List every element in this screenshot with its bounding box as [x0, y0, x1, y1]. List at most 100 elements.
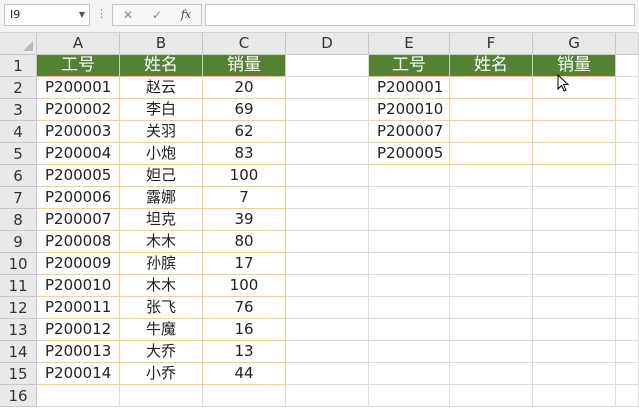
cell-b3[interactable]: 李白 — [120, 99, 203, 121]
column-header-f[interactable]: F — [450, 33, 533, 55]
cell-f8[interactable] — [450, 209, 533, 231]
cell-h9[interactable] — [616, 231, 639, 253]
cell-g12[interactable] — [533, 297, 616, 319]
cell-b2[interactable]: 赵云 — [120, 77, 203, 99]
column-header-g[interactable]: G — [533, 33, 616, 55]
cell-a6[interactable]: P200005 — [37, 165, 120, 187]
column-header-e[interactable]: E — [369, 33, 450, 55]
cell-e12[interactable] — [369, 297, 450, 319]
cell-g2[interactable] — [533, 77, 616, 99]
cell-f7[interactable] — [450, 187, 533, 209]
cell-d1[interactable] — [286, 55, 369, 77]
cell-f12[interactable] — [450, 297, 533, 319]
cell-a9[interactable]: P200008 — [37, 231, 120, 253]
cell-b5[interactable]: 小炮 — [120, 143, 203, 165]
cell-c11[interactable]: 100 — [203, 275, 286, 297]
cell-g7[interactable] — [533, 187, 616, 209]
enter-check-icon[interactable]: ✓ — [146, 5, 168, 25]
row-header-11[interactable]: 11 — [0, 275, 37, 297]
cell-c2[interactable]: 20 — [203, 77, 286, 99]
cell-h15[interactable] — [616, 363, 639, 385]
cell-h4[interactable] — [616, 121, 639, 143]
cell-f1[interactable]: 姓名 — [450, 55, 533, 77]
row-header-8[interactable]: 8 — [0, 209, 37, 231]
cell-h14[interactable] — [616, 341, 639, 363]
cell-f5[interactable] — [450, 143, 533, 165]
cell-c5[interactable]: 83 — [203, 143, 286, 165]
row-header-4[interactable]: 4 — [0, 121, 37, 143]
row-header-1[interactable]: 1 — [0, 55, 37, 77]
cell-b13[interactable]: 牛魔 — [120, 319, 203, 341]
cell-a14[interactable]: P200013 — [37, 341, 120, 363]
cell-b1[interactable]: 姓名 — [120, 55, 203, 77]
row-header-14[interactable]: 14 — [0, 341, 37, 363]
cell-a10[interactable]: P200009 — [37, 253, 120, 275]
cell-c15[interactable]: 44 — [203, 363, 286, 385]
cell-f11[interactable] — [450, 275, 533, 297]
cell-c8[interactable]: 39 — [203, 209, 286, 231]
cell-b6[interactable]: 妲己 — [120, 165, 203, 187]
cell-h5[interactable] — [616, 143, 639, 165]
cell-f3[interactable] — [450, 99, 533, 121]
cell-h3[interactable] — [616, 99, 639, 121]
row-header-9[interactable]: 9 — [0, 231, 37, 253]
cell-f9[interactable] — [450, 231, 533, 253]
cell-h12[interactable] — [616, 297, 639, 319]
cell-h2[interactable] — [616, 77, 639, 99]
cell-g8[interactable] — [533, 209, 616, 231]
cell-c14[interactable]: 13 — [203, 341, 286, 363]
cell-e7[interactable] — [369, 187, 450, 209]
cell-d3[interactable] — [286, 99, 369, 121]
cell-g16[interactable] — [533, 385, 616, 407]
cell-e6[interactable] — [369, 165, 450, 187]
row-header-15[interactable]: 15 — [0, 363, 37, 385]
cell-c1[interactable]: 销量 — [203, 55, 286, 77]
cell-h7[interactable] — [616, 187, 639, 209]
worksheet-grid[interactable]: A B C D E F G 1 2 3 4 5 6 7 8 9 10 11 12 13 14 15 16 工号 姓名 销量 工号 姓名… — [0, 33, 639, 413]
cell-h13[interactable] — [616, 319, 639, 341]
cell-d12[interactable] — [286, 297, 369, 319]
row-header-2[interactable]: 2 — [0, 77, 37, 99]
cell-a7[interactable]: P200006 — [37, 187, 120, 209]
cell-g5[interactable] — [533, 143, 616, 165]
row-header-10[interactable]: 10 — [0, 253, 37, 275]
cell-c10[interactable]: 17 — [203, 253, 286, 275]
cell-h6[interactable] — [616, 165, 639, 187]
cell-g13[interactable] — [533, 319, 616, 341]
cell-a2[interactable]: P200001 — [37, 77, 120, 99]
cell-c16[interactable] — [203, 385, 286, 407]
cell-b4[interactable]: 关羽 — [120, 121, 203, 143]
cell-d10[interactable] — [286, 253, 369, 275]
cell-d14[interactable] — [286, 341, 369, 363]
row-header-5[interactable]: 5 — [0, 143, 37, 165]
cell-d4[interactable] — [286, 121, 369, 143]
cell-g4[interactable] — [533, 121, 616, 143]
cell-g11[interactable] — [533, 275, 616, 297]
cell-f6[interactable] — [450, 165, 533, 187]
cell-d8[interactable] — [286, 209, 369, 231]
cell-e9[interactable] — [369, 231, 450, 253]
cell-b7[interactable]: 露娜 — [120, 187, 203, 209]
cell-h1[interactable] — [616, 55, 639, 77]
cell-b16[interactable] — [120, 385, 203, 407]
cell-c7[interactable]: 7 — [203, 187, 286, 209]
cell-d11[interactable] — [286, 275, 369, 297]
cell-b10[interactable]: 孙膑 — [120, 253, 203, 275]
cell-h16[interactable] — [616, 385, 639, 407]
column-header-b[interactable]: B — [120, 33, 203, 55]
row-header-6[interactable]: 6 — [0, 165, 37, 187]
cell-f2[interactable] — [450, 77, 533, 99]
cell-a5[interactable]: P200004 — [37, 143, 120, 165]
cell-a12[interactable]: P200011 — [37, 297, 120, 319]
cell-e5[interactable]: P200005 — [369, 143, 450, 165]
cell-d6[interactable] — [286, 165, 369, 187]
cell-b8[interactable]: 坦克 — [120, 209, 203, 231]
cell-a3[interactable]: P200002 — [37, 99, 120, 121]
cell-b14[interactable]: 大乔 — [120, 341, 203, 363]
cell-c9[interactable]: 80 — [203, 231, 286, 253]
column-header-d[interactable]: D — [286, 33, 369, 55]
cell-e16[interactable] — [369, 385, 450, 407]
more-options-icon[interactable]: ⋮ — [96, 7, 107, 21]
cell-e8[interactable] — [369, 209, 450, 231]
cell-b9[interactable]: 木木 — [120, 231, 203, 253]
